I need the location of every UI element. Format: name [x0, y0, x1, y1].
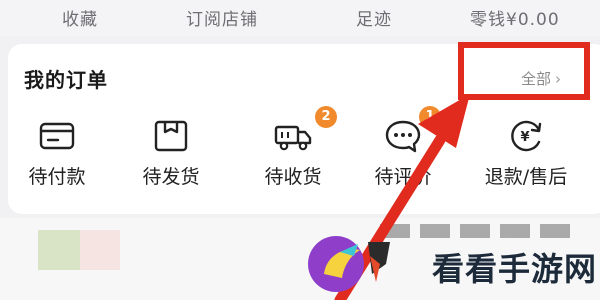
order-status-pending-review[interactable]: 1 待评价	[353, 106, 453, 198]
svg-text:¥: ¥	[520, 130, 529, 145]
order-status-label: 待评价	[374, 166, 432, 188]
subscribed-stores-link[interactable]: 订阅店铺	[186, 5, 258, 30]
order-status-pending-shipment[interactable]: 待发货	[121, 118, 221, 198]
wallet-icon	[37, 118, 77, 154]
watermark-text: 看看手游网	[432, 250, 598, 288]
order-status-pending-payment[interactable]: 待付款	[7, 118, 107, 198]
blurred-text	[380, 224, 580, 238]
top-stats-bar: 收藏 订阅店铺 足迹 零钱¥0.00	[0, 0, 600, 36]
order-status-pending-receipt[interactable]: 2 待收货	[243, 106, 343, 198]
order-status-label: 退款/售后	[484, 166, 568, 188]
wallet-balance-link[interactable]: 零钱¥0.00	[470, 5, 560, 30]
order-status-refund-aftersales[interactable]: ¥ 退款/售后	[466, 118, 586, 198]
favorites-link[interactable]: 收藏	[62, 5, 98, 30]
order-status-label: 待付款	[28, 166, 86, 188]
order-status-label: 待收货	[264, 166, 322, 188]
highlight-box	[458, 42, 590, 100]
watermark-logo-icon	[308, 236, 390, 292]
order-status-label: 待发货	[142, 166, 200, 188]
chat-bubble-icon	[383, 118, 423, 154]
product-thumbnail	[80, 230, 120, 270]
footprints-link[interactable]: 足迹	[356, 5, 392, 30]
product-thumbnail	[38, 230, 80, 270]
my-orders-title: 我的订单	[24, 68, 108, 92]
truck-icon	[273, 118, 313, 154]
refund-icon: ¥	[506, 118, 546, 154]
package-icon	[151, 118, 191, 154]
pending-review-count-badge: 1	[419, 106, 441, 128]
pending-receipt-count-badge: 2	[315, 106, 337, 128]
